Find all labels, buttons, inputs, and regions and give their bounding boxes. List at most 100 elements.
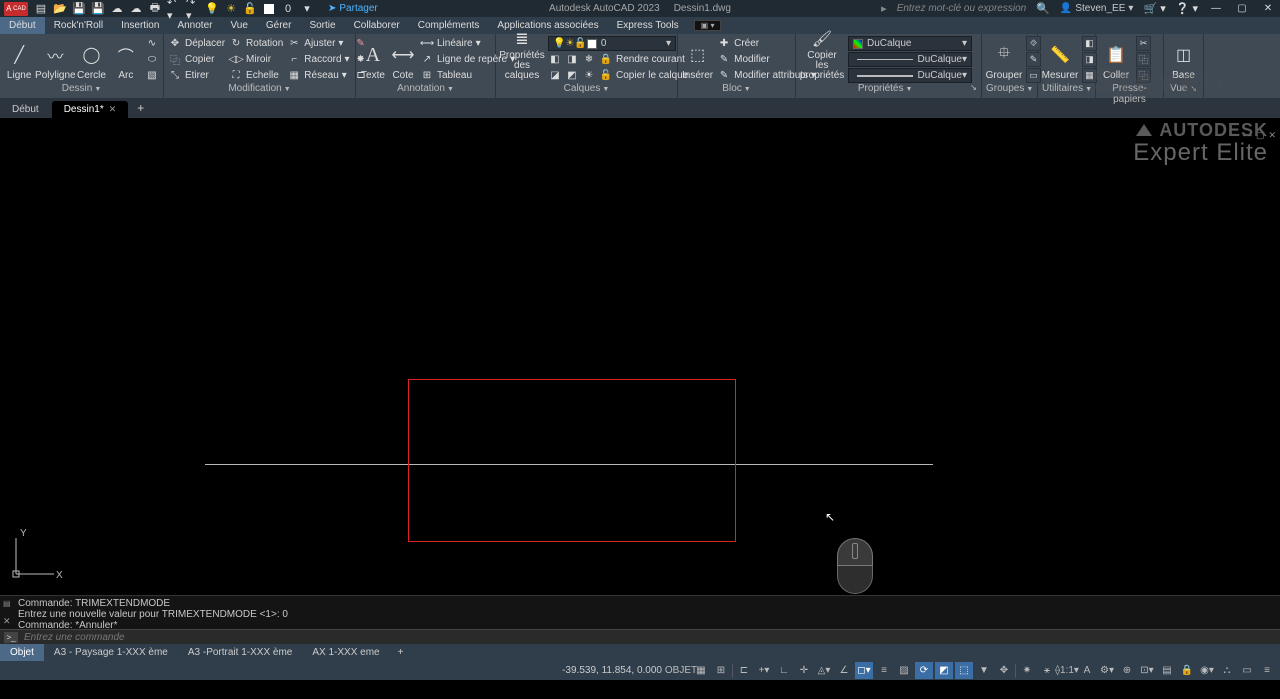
ribbon-minimize[interactable]: ▣ ▾ [694, 20, 722, 31]
layer-combo[interactable]: 💡☀🔓0▾ [548, 36, 676, 51]
panel-proprietes[interactable]: Propriétés▼↘ [800, 83, 977, 96]
ligne-button[interactable]: ╱Ligne [4, 36, 34, 81]
search-icon[interactable]: 🔍 [1036, 2, 1050, 15]
mesurer-button[interactable]: 📏Mesurer [1042, 36, 1078, 81]
layer-lock-icon[interactable]: 🔒 [599, 53, 613, 67]
linetype-combo[interactable]: DuCalque▾ [848, 52, 972, 67]
customize-button[interactable]: ≡ [1258, 662, 1276, 679]
model-button[interactable]: OBJET [672, 662, 690, 679]
iso-button[interactable]: ◬▾ [815, 662, 833, 679]
ellipse-button[interactable]: ⬭ [145, 52, 159, 67]
quick-props-button[interactable]: ▤ [1158, 662, 1176, 679]
texte-button[interactable]: ATexte [360, 36, 386, 81]
cycling-button[interactable]: ⟳ [915, 662, 933, 679]
layout-a3-paysage[interactable]: A3 - Paysage 1-XXX ème [44, 644, 178, 661]
layer-uniso-icon[interactable]: ◪ [548, 69, 562, 83]
layer-freeze-icon[interactable]: ❄ [582, 53, 596, 67]
anno-a-icon[interactable]: A [1078, 662, 1096, 679]
infer-button[interactable]: ⊏ [735, 662, 753, 679]
cmd-close-icon[interactable]: ✕ [3, 616, 11, 627]
tab-express-tools[interactable]: Express Tools [608, 17, 688, 34]
layer-bulb-icon[interactable]: 💡 [205, 2, 219, 16]
etirer-button[interactable]: ⤡Etirer [168, 68, 225, 83]
undo-icon[interactable]: ↶ ▾ [167, 2, 181, 16]
lineweight-button[interactable]: ≡ [875, 662, 893, 679]
dyn-input-button[interactable]: +▾ [755, 662, 773, 679]
osnap-2d-button[interactable]: ◻▾ [855, 662, 873, 679]
gizmo-button[interactable]: ✥ [995, 662, 1013, 679]
layer-iso-icon[interactable]: ◧ [548, 53, 562, 67]
layer-off-icon[interactable]: ◨ [565, 53, 579, 67]
tab-start[interactable]: Début [0, 101, 51, 118]
qat-dropdown-icon[interactable]: ▾ [300, 2, 314, 16]
tab-collaborer[interactable]: Collaborer [345, 17, 409, 34]
share-button[interactable]: ➤Partager [328, 3, 378, 14]
tab-debut[interactable]: Début [0, 17, 45, 34]
panel-calques[interactable]: Calques▼ [500, 83, 673, 96]
otrack-button[interactable]: ∠ [835, 662, 853, 679]
ortho-button[interactable]: ∟ [775, 662, 793, 679]
cart-icon[interactable]: 🛒 ▾ [1143, 2, 1165, 15]
tab-vue[interactable]: Vue [221, 17, 256, 34]
cloud-save-icon[interactable]: ☁ [129, 2, 143, 16]
units-button[interactable]: ⊡▾ [1138, 662, 1156, 679]
minimize-button[interactable]: — [1208, 2, 1224, 16]
ajuster-button[interactable]: ✂Ajuster ▾ [287, 36, 349, 51]
dynucs-button[interactable]: ⬚ [955, 662, 973, 679]
tab-dessin1[interactable]: Dessin1*✕ [52, 101, 129, 118]
snap-button[interactable]: ⊞ [712, 662, 730, 679]
panel-annotation[interactable]: Annotation▼ [360, 83, 491, 96]
anno-vis-button[interactable]: ✷ [1018, 662, 1036, 679]
cercle-button[interactable]: ◯Cercle [76, 36, 106, 81]
sel-filter-button[interactable]: ▼ [975, 662, 993, 679]
cloud-open-icon[interactable]: ☁ [110, 2, 124, 16]
layer-on-icon[interactable]: ◩ [565, 69, 579, 83]
hwaccel-button[interactable]: ⛬ [1218, 662, 1236, 679]
layer-props-button[interactable]: ≣Propriétés des calques [500, 36, 544, 81]
tab-annoter[interactable]: Annoter [168, 17, 221, 34]
tab-gerer[interactable]: Gérer [257, 17, 301, 34]
panel-groupes[interactable]: Groupes▼ [986, 83, 1033, 96]
polar-button[interactable]: ✛ [795, 662, 813, 679]
clean-screen-button[interactable]: ▭ [1238, 662, 1256, 679]
miroir-button[interactable]: ◁▷Miroir [229, 52, 283, 67]
hatch-button[interactable]: ▧ [145, 68, 159, 83]
copier-props-button[interactable]: 🖌Copier les propriétés [800, 36, 844, 81]
copier-button[interactable]: ⿻Copier [168, 52, 225, 67]
layer-thaw-icon[interactable]: ☀ [582, 69, 596, 83]
rendre-courant-button[interactable]: Rendre courant [616, 54, 685, 65]
echelle-button[interactable]: ⛶Echelle [229, 68, 283, 83]
layout-objet[interactable]: Objet [0, 644, 44, 661]
inserer-button[interactable]: ⬚Insérer [682, 36, 713, 81]
saveas-icon[interactable]: 💾 [91, 2, 105, 16]
tab-rocknroll[interactable]: Rock'n'Roll [45, 17, 112, 34]
vp-close-button[interactable]: ✕ [1268, 130, 1276, 141]
spline-button[interactable]: ∿ [145, 36, 159, 51]
user-account[interactable]: 👤Steven_EE ▾ [1060, 3, 1134, 14]
panel-bloc[interactable]: Bloc▼ [682, 83, 791, 96]
help-icon[interactable]: ❔ ▾ [1176, 2, 1198, 15]
deplacer-button[interactable]: ✥Déplacer [168, 36, 225, 51]
panel-modification[interactable]: Modification▼ [168, 83, 351, 96]
workspace-button[interactable]: ⚙▾ [1098, 662, 1116, 679]
lineweight-combo[interactable]: DuCalque▾ [848, 68, 972, 83]
new-layout-button[interactable]: + [390, 647, 412, 658]
tab-sortie[interactable]: Sortie [300, 17, 344, 34]
grouper-button[interactable]: ⯐Grouper [986, 36, 1022, 81]
new-icon[interactable]: ▤ [34, 2, 48, 16]
redo-icon[interactable]: ↷ ▾ [186, 2, 200, 16]
close-tab-icon[interactable]: ✕ [109, 104, 117, 115]
layer-sun-icon[interactable]: ☀ [224, 2, 238, 16]
anno-monitor-button[interactable]: ⊕ [1118, 662, 1136, 679]
transparency-button[interactable]: ▨ [895, 662, 913, 679]
color-combo[interactable]: DuCalque▾ [848, 36, 972, 51]
layer-lock-icon[interactable]: 🔓 [243, 2, 257, 16]
layer-unlock-icon[interactable]: 🔓 [599, 69, 613, 83]
drawing-area[interactable]: —▢✕ Steven AUTODESK Expert Elite ↖ YX [0, 118, 1280, 595]
raccord-button[interactable]: ⌐Raccord ▾ [287, 52, 349, 67]
open-icon[interactable]: 📂 [53, 2, 67, 16]
new-tab-button[interactable]: + [129, 98, 152, 118]
layer-swatch-icon[interactable] [262, 2, 276, 16]
maximize-button[interactable]: ▢ [1234, 2, 1250, 16]
layout-a3-portrait[interactable]: A3 -Portrait 1-XXX ème [178, 644, 302, 661]
